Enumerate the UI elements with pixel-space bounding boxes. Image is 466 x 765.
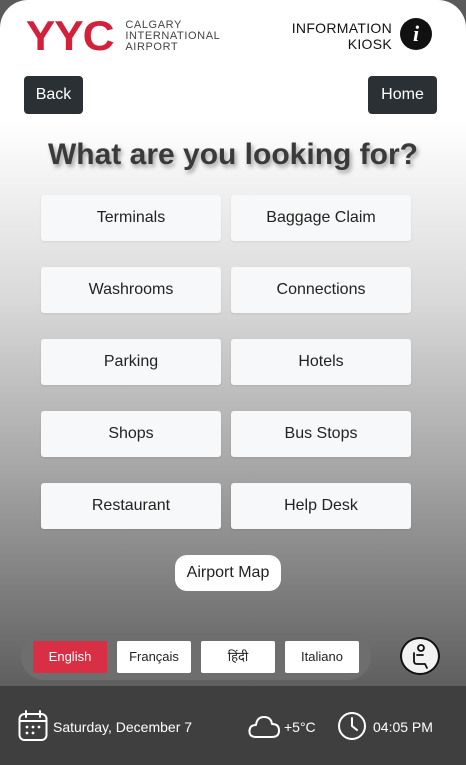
- airport-map-button[interactable]: Airport Map: [175, 555, 281, 591]
- footer-date: Saturday, December 7: [53, 719, 193, 735]
- kiosk-label-line-1: INFORMATION: [291, 20, 392, 36]
- language-selector: English Français हिंदी Italiano: [21, 633, 371, 680]
- logo-line-3: AIRPORT: [125, 40, 179, 53]
- header: YYC CALGARY INTERNATIONAL AIRPORT INFORM…: [0, 0, 466, 76]
- logo-line-2: INTERNATIONAL: [125, 29, 221, 42]
- tile-connections[interactable]: Connections: [231, 267, 411, 313]
- tile-hotels[interactable]: Hotels: [231, 339, 411, 385]
- language-hindi[interactable]: हिंदी: [201, 641, 275, 673]
- logo-line-1: CALGARY: [125, 18, 182, 31]
- kiosk-label-line-2: KIOSK: [347, 36, 392, 52]
- accessibility-icon: [413, 644, 428, 669]
- language-english[interactable]: English: [33, 641, 107, 673]
- tile-baggage-claim[interactable]: Baggage Claim: [231, 195, 411, 241]
- tile-help-desk[interactable]: Help Desk: [231, 483, 411, 529]
- language-italian[interactable]: Italiano: [285, 641, 359, 673]
- footer-time: 04:05 PM: [373, 719, 433, 735]
- clock-icon: [338, 712, 366, 740]
- tile-washrooms[interactable]: Washrooms: [41, 267, 221, 313]
- home-button[interactable]: Home: [368, 76, 437, 114]
- tile-bus-stops[interactable]: Bus Stops: [231, 411, 411, 457]
- footer-temperature: +5°C: [284, 719, 316, 735]
- status-footer: Saturday, December 7 +5°C 04:05 PM: [0, 686, 466, 765]
- logo-text: CALGARY INTERNATIONAL AIRPORT: [125, 18, 221, 53]
- calendar-icon: [18, 710, 48, 741]
- tile-shops[interactable]: Shops: [41, 411, 221, 457]
- tile-parking[interactable]: Parking: [41, 339, 221, 385]
- language-french[interactable]: Français: [117, 641, 191, 673]
- info-icon[interactable]: i: [400, 18, 432, 50]
- accessibility-button[interactable]: [400, 637, 440, 675]
- logo-mark: YYC: [25, 12, 115, 59]
- page-title: What are you looking for?: [47, 138, 418, 171]
- cloud-icon: [248, 716, 280, 738]
- airport-logo: YYC CALGARY INTERNATIONAL AIRPORT: [25, 12, 221, 59]
- tile-restaurant[interactable]: Restaurant: [41, 483, 221, 529]
- kiosk-label: INFORMATION KIOSK: [292, 20, 392, 52]
- tile-terminals[interactable]: Terminals: [41, 195, 221, 241]
- kiosk-screen: YYC CALGARY INTERNATIONAL AIRPORT INFORM…: [0, 0, 466, 765]
- back-button[interactable]: Back: [24, 76, 83, 114]
